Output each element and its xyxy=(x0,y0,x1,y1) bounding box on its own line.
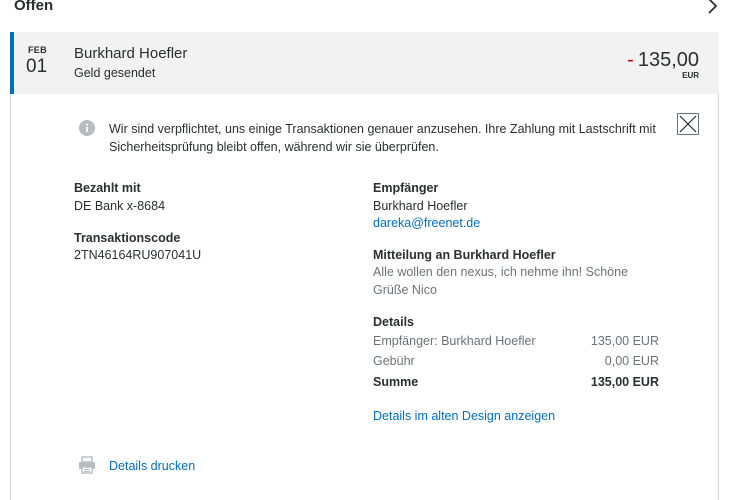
recipient-name: Burkhard Hoefler xyxy=(373,199,468,213)
amount-value: 135,00 xyxy=(637,49,699,71)
details-fee-label: Gebühr xyxy=(373,354,415,368)
date-month: FEB xyxy=(28,45,47,55)
message-line-2: Grüße Nico xyxy=(373,283,437,297)
old-design-link[interactable]: Details im alten Design anzeigen xyxy=(373,408,555,424)
recipient-email-link[interactable]: dareka@freenet.de xyxy=(373,215,480,231)
message-line-1: Alle wollen den nexus, ich nehme ihn! Sc… xyxy=(373,265,629,279)
details-total-label: Summe xyxy=(373,375,419,389)
message-label: Mitteilung an Burkhard Hoefler xyxy=(373,248,556,262)
section-header[interactable]: Offen xyxy=(0,0,731,14)
info-icon xyxy=(79,120,95,136)
chevron-right-icon[interactable] xyxy=(706,0,720,14)
transaction-amount: -135,00 xyxy=(627,48,699,72)
transaction-row[interactable]: FEB 01 Burkhard Hoefler Geld gesendet -1… xyxy=(10,32,719,94)
details-label: Details xyxy=(373,315,414,329)
details-fee-value: 0,00 EUR xyxy=(604,354,659,368)
amount-currency: EUR xyxy=(682,71,699,80)
details-total-value: 135,00 EUR xyxy=(590,375,659,389)
transaction-status: Geld gesendet xyxy=(74,66,156,80)
paid-with-label: Bezahlt mit xyxy=(74,181,141,195)
recipient-label: Empfänger xyxy=(373,181,439,195)
transaction-code-value: 2TN46164RU907041U xyxy=(74,248,202,262)
transaction-code-label: Transaktionscode xyxy=(74,231,181,245)
section-title: Offen xyxy=(14,0,54,14)
amount-sign: - xyxy=(627,49,634,71)
close-button[interactable] xyxy=(677,113,699,135)
notice-text: Wir sind verpflichtet, uns einige Transa… xyxy=(109,122,656,154)
printer-icon[interactable] xyxy=(78,456,96,474)
transaction-name: Burkhard Hoefler xyxy=(74,45,188,62)
paid-with-value: DE Bank x-8684 xyxy=(74,199,166,213)
date-day: 01 xyxy=(26,56,48,77)
details-recipient-value: 135,00 EUR xyxy=(590,334,659,348)
details-recipient-label: Empfänger: Burkhard Hoefler xyxy=(373,334,536,348)
close-icon xyxy=(679,115,697,133)
print-details-link[interactable]: Details drucken xyxy=(109,458,195,474)
